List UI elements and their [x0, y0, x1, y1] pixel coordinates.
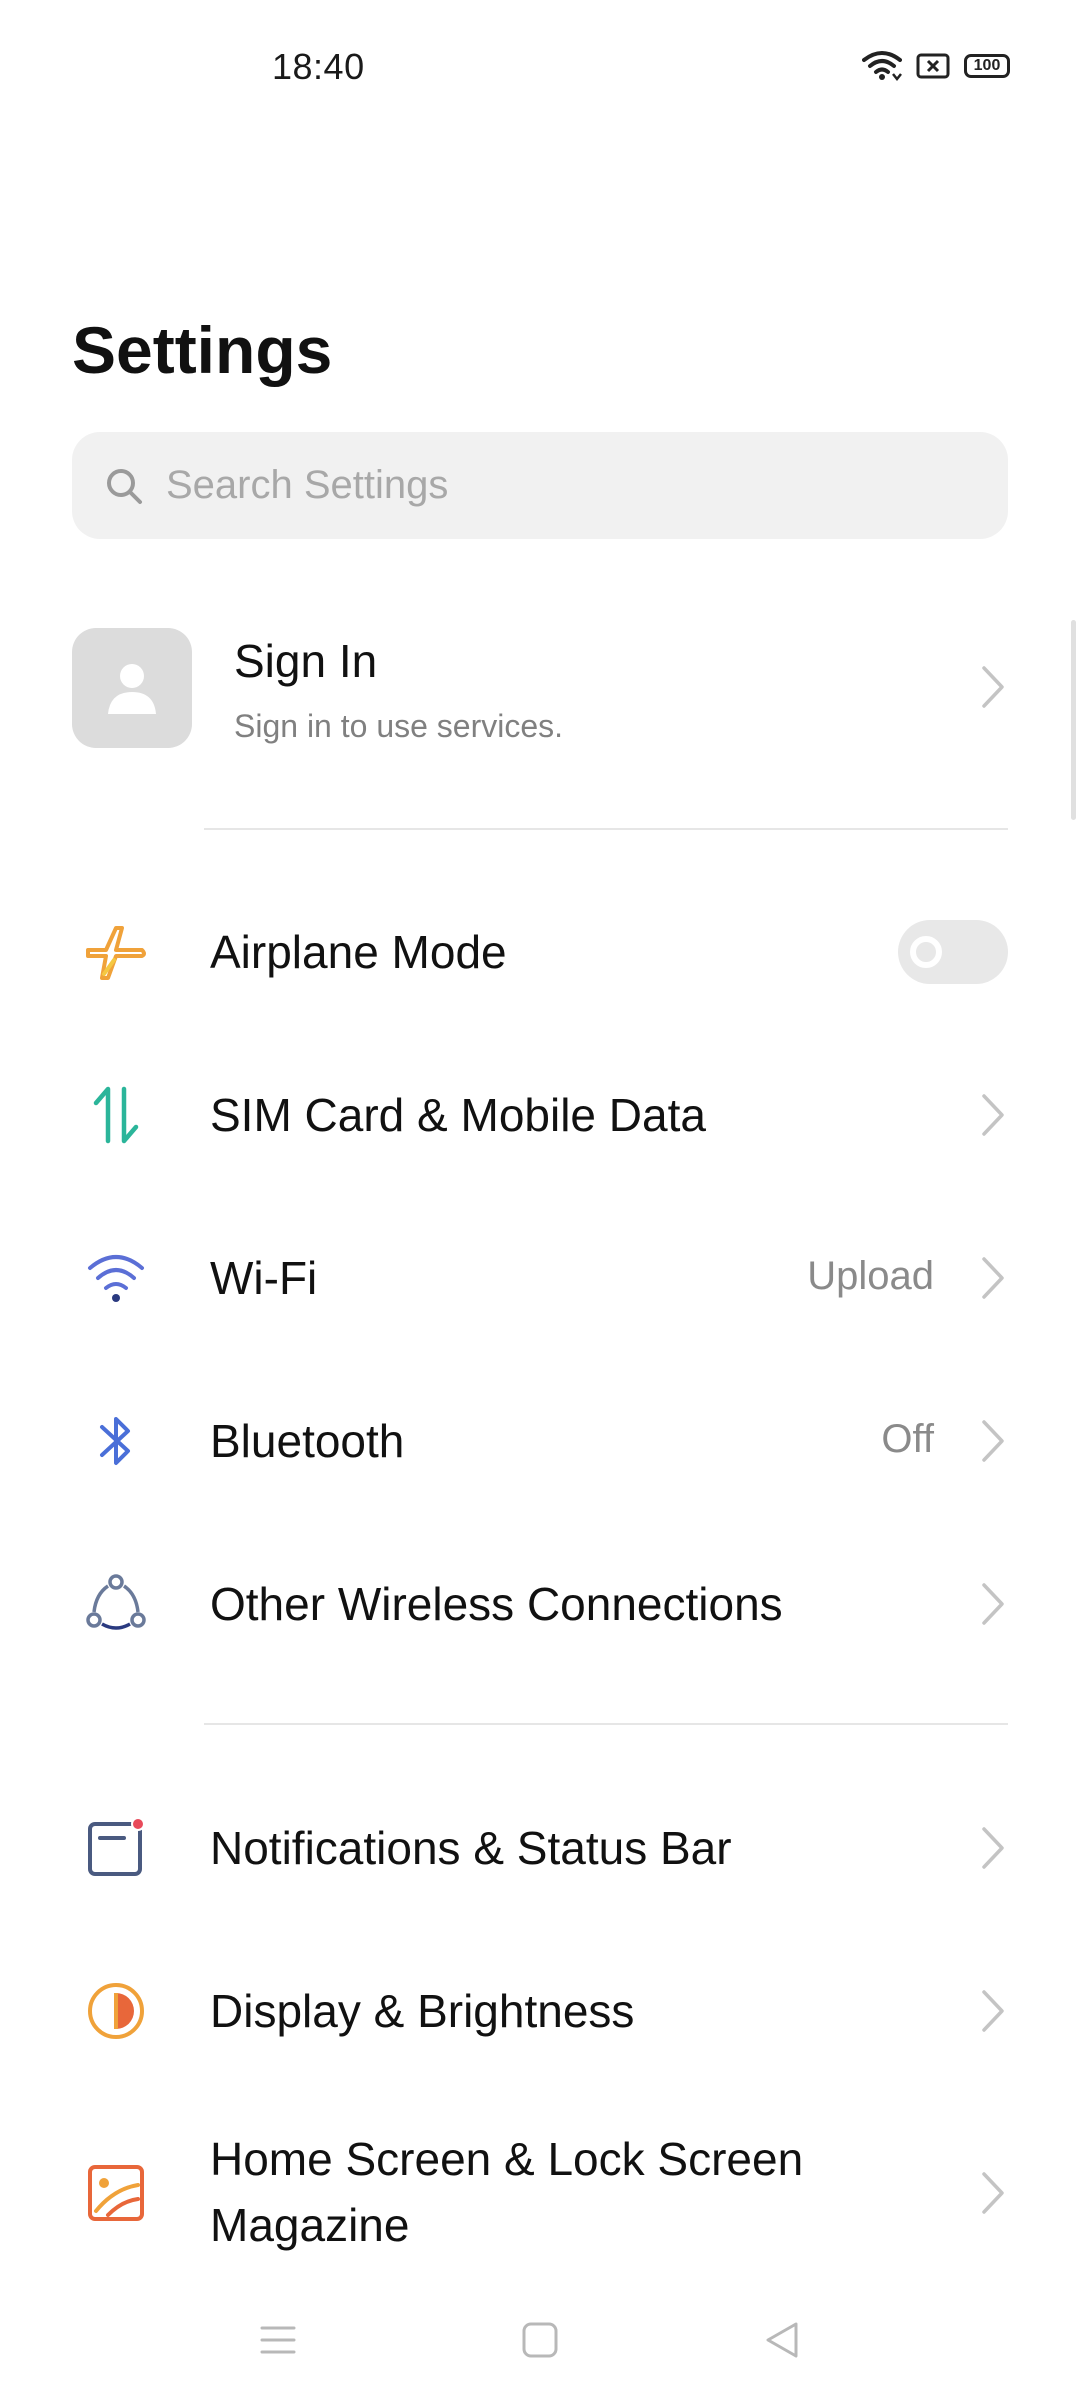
home-icon[interactable] — [520, 2320, 560, 2360]
bluetooth-value: Off — [881, 1417, 934, 1461]
chevron-right-icon — [978, 1823, 1008, 1873]
connections-icon — [82, 1570, 150, 1638]
notifications-row[interactable]: Notifications & Status Bar — [0, 1785, 1080, 1911]
chevron-right-icon — [978, 1090, 1008, 1140]
avatar — [72, 628, 192, 748]
home-lock-screen-label-line2: Magazine — [210, 2199, 410, 2251]
notifications-label: Notifications & Status Bar — [210, 1822, 732, 1874]
section-divider — [204, 1723, 1008, 1725]
status-icons: 100 — [862, 50, 1010, 82]
person-icon — [108, 664, 156, 714]
page-title: Settings — [72, 313, 333, 387]
wallpaper-icon — [82, 2159, 150, 2227]
section-divider — [204, 828, 1008, 830]
back-icon[interactable] — [760, 2318, 804, 2362]
sim-mobile-data-row[interactable]: SIM Card & Mobile Data — [0, 1052, 1080, 1178]
bluetooth-label: Bluetooth — [210, 1415, 405, 1467]
search-placeholder: Search Settings — [166, 463, 449, 507]
other-wireless-label: Other Wireless Connections — [210, 1578, 783, 1630]
navigation-bar — [0, 2300, 1080, 2380]
airplane-icon — [82, 918, 150, 986]
search-icon — [107, 468, 142, 504]
wifi-icon — [82, 1244, 150, 1312]
sim-error-icon — [916, 53, 950, 79]
chevron-right-icon — [978, 1416, 1008, 1466]
sim-mobile-data-label: SIM Card & Mobile Data — [210, 1089, 706, 1141]
wifi-value: Upload — [807, 1254, 934, 1298]
search-input[interactable]: Search Settings — [72, 432, 1008, 539]
status-time: 18:40 — [272, 46, 365, 87]
brightness-icon — [82, 1977, 150, 2045]
battery-icon: 100 — [964, 54, 1010, 78]
sign-in-title: Sign In — [234, 635, 378, 687]
chevron-right-icon — [978, 1253, 1008, 1303]
wifi-icon — [862, 51, 902, 82]
home-lock-screen-row[interactable]: Home Screen & Lock Screen Magazine — [0, 2108, 1080, 2278]
notifications-icon — [82, 1814, 150, 1882]
airplane-mode-toggle[interactable] — [898, 920, 1008, 984]
display-brightness-row[interactable]: Display & Brightness — [0, 1948, 1080, 2074]
airplane-mode-label: Airplane Mode — [210, 926, 507, 978]
chevron-right-icon — [978, 1986, 1008, 2036]
mobile-data-icon — [82, 1081, 150, 1149]
chevron-right-icon — [978, 1579, 1008, 1629]
bluetooth-icon — [82, 1407, 150, 1475]
toggle-knob — [910, 936, 942, 968]
display-brightness-label: Display & Brightness — [210, 1985, 635, 2037]
menu-icon[interactable] — [258, 2320, 298, 2360]
chevron-right-icon — [978, 662, 1008, 712]
airplane-mode-row[interactable]: Airplane Mode — [0, 889, 1080, 1015]
wifi-row[interactable]: Wi-Fi Upload — [0, 1215, 1080, 1341]
wifi-label: Wi-Fi — [210, 1252, 318, 1304]
chevron-right-icon — [978, 2168, 1008, 2218]
other-wireless-row[interactable]: Other Wireless Connections — [0, 1541, 1080, 1667]
bluetooth-row[interactable]: Bluetooth Off — [0, 1378, 1080, 1504]
home-lock-screen-label-line1: Home Screen & Lock Screen — [210, 2133, 804, 2185]
sign-in-row[interactable]: Sign In Sign in to use services. — [0, 600, 1080, 776]
sign-in-subtitle: Sign in to use services. — [234, 708, 564, 744]
